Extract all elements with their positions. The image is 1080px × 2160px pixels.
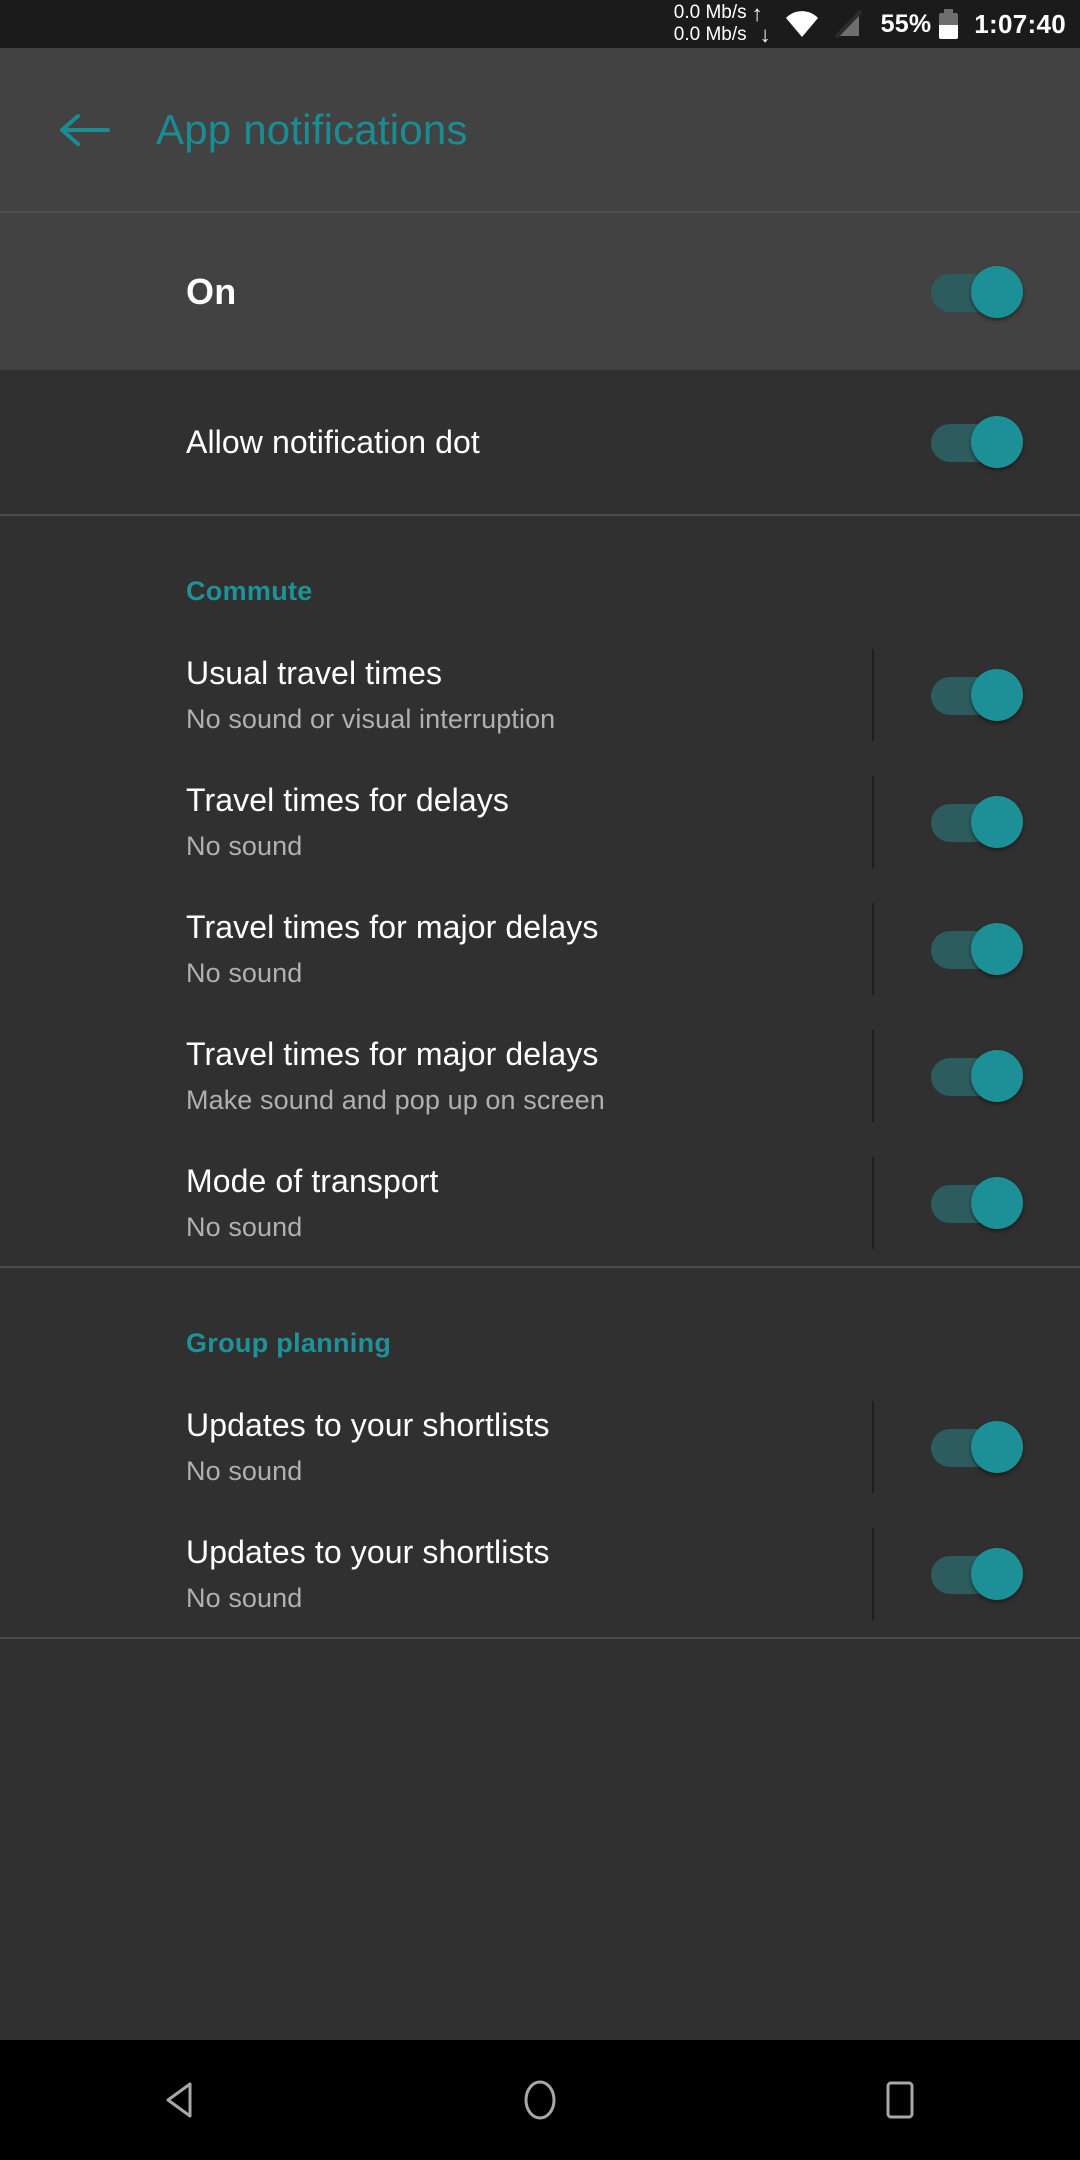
row-switch-toggle[interactable] xyxy=(931,668,1023,721)
row-text-block: Mode of transport No sound xyxy=(0,1163,872,1243)
battery-percent-label: 55% xyxy=(880,9,932,38)
nav-back-triangle-icon[interactable] xyxy=(90,2040,270,2160)
row-switch-toggle[interactable] xyxy=(931,416,1023,468)
row-switch-toggle[interactable] xyxy=(931,1420,1023,1473)
row-toggle-cell[interactable] xyxy=(874,1176,1080,1229)
switch-thumb xyxy=(971,1176,1023,1229)
back-arrow-icon[interactable] xyxy=(36,110,132,150)
switch-thumb xyxy=(971,1049,1023,1102)
row-title: Travel times for major delays xyxy=(186,908,599,945)
network-download-rate: 0.0 Mb/s xyxy=(673,24,747,45)
row-toggle-cell[interactable] xyxy=(874,416,1080,468)
row-toggle-cell[interactable] xyxy=(874,1547,1080,1600)
row-text-block: Updates to your shortlists No sound xyxy=(0,1534,872,1614)
row-text-block: Travel times for delays No sound xyxy=(0,782,872,862)
row-title: Updates to your shortlists xyxy=(186,1533,550,1570)
settings-row[interactable]: Travel times for delays No sound xyxy=(0,758,1080,885)
row-text-block: Allow notification dot xyxy=(0,424,872,461)
row-toggle-cell[interactable] xyxy=(874,922,1080,975)
row-text-block: Travel times for major delays Make sound … xyxy=(0,1036,872,1116)
row-switch-toggle[interactable] xyxy=(931,922,1023,975)
section-header: Group planning xyxy=(0,1268,1080,1383)
section-header-label: Commute xyxy=(186,576,313,606)
master-toggle-cell[interactable] xyxy=(874,265,1080,318)
settings-row[interactable]: Travel times for major delays Make sound … xyxy=(0,1012,1080,1139)
network-speed-indicator: 0.0 Mb/s 0.0 Mb/s ↑ ↓ xyxy=(674,2,771,46)
row-switch-toggle[interactable] xyxy=(931,1176,1023,1229)
switch-thumb xyxy=(971,922,1023,975)
row-subtitle: No sound xyxy=(186,1582,303,1613)
status-bar: 0.0 Mb/s 0.0 Mb/s ↑ ↓ 55% 1:07:40 xyxy=(0,0,1080,48)
row-subtitle: No sound xyxy=(186,1455,303,1486)
row-subtitle: No sound xyxy=(186,1211,303,1242)
android-settings-screen: 0.0 Mb/s 0.0 Mb/s ↑ ↓ 55% 1:07:40 App no… xyxy=(0,0,1080,2160)
switch-thumb xyxy=(971,265,1023,318)
settings-row[interactable]: Allow notification dot xyxy=(0,370,1080,514)
row-title: Travel times for delays xyxy=(186,781,509,818)
row-toggle-cell[interactable] xyxy=(874,668,1080,721)
switch-thumb xyxy=(971,1547,1023,1600)
settings-row[interactable]: Mode of transport No sound xyxy=(0,1139,1080,1266)
row-subtitle: No sound xyxy=(186,957,303,988)
row-switch-toggle[interactable] xyxy=(931,1049,1023,1102)
battery-icon xyxy=(939,9,959,39)
settings-row[interactable]: Updates to your shortlists No sound xyxy=(0,1510,1080,1637)
section-header-label: Group planning xyxy=(186,1328,392,1358)
arrow-up-icon: ↑ xyxy=(751,1,763,26)
row-toggle-cell[interactable] xyxy=(874,795,1080,848)
arrow-down-icon: ↓ xyxy=(759,22,771,47)
nav-home-circle-icon[interactable] xyxy=(450,2040,630,2160)
settings-row[interactable]: Usual travel times No sound or visual int… xyxy=(0,631,1080,758)
row-toggle-cell[interactable] xyxy=(874,1049,1080,1102)
row-text-block: Travel times for major delays No sound xyxy=(0,909,872,989)
master-switch-label: On xyxy=(186,270,237,312)
settings-list[interactable]: Allow notification dot Commute Usual trave… xyxy=(0,370,1080,1639)
row-switch-toggle[interactable] xyxy=(931,1547,1023,1600)
app-bar: App notifications xyxy=(0,48,1080,211)
settings-row[interactable]: Travel times for major delays No sound xyxy=(0,885,1080,1012)
network-upload-rate: 0.0 Mb/s xyxy=(673,2,747,23)
section-divider xyxy=(0,1637,1080,1639)
switch-thumb xyxy=(971,668,1023,721)
switch-thumb xyxy=(971,795,1023,848)
signal-disabled-icon xyxy=(833,9,863,39)
row-subtitle: No sound or visual interruption xyxy=(186,703,556,734)
row-text-block: Usual travel times No sound or visual int… xyxy=(0,655,872,735)
row-title: Mode of transport xyxy=(186,1162,439,1199)
row-text-block: Updates to your shortlists No sound xyxy=(0,1407,872,1487)
row-title: Travel times for major delays xyxy=(186,1035,599,1072)
switch-thumb xyxy=(971,1420,1023,1473)
switch-thumb xyxy=(971,416,1023,468)
page-title: App notifications xyxy=(156,105,468,153)
row-title: Usual travel times xyxy=(186,654,443,691)
settings-row[interactable]: Updates to your shortlists No sound xyxy=(0,1383,1080,1510)
row-subtitle: No sound xyxy=(186,830,303,861)
status-bar-clock: 1:07:40 xyxy=(974,8,1066,39)
nav-recents-square-icon[interactable] xyxy=(810,2040,990,2160)
row-toggle-cell[interactable] xyxy=(874,1420,1080,1473)
navigation-bar xyxy=(0,2040,1080,2160)
row-title: Updates to your shortlists xyxy=(186,1406,550,1443)
master-switch-toggle[interactable] xyxy=(931,265,1023,318)
row-title: Allow notification dot xyxy=(186,423,480,460)
row-subtitle: Make sound and pop up on screen xyxy=(186,1084,605,1115)
master-notifications-row[interactable]: On xyxy=(0,213,1080,370)
row-switch-toggle[interactable] xyxy=(931,795,1023,848)
wifi-icon xyxy=(785,11,819,37)
section-header: Commute xyxy=(0,516,1080,631)
